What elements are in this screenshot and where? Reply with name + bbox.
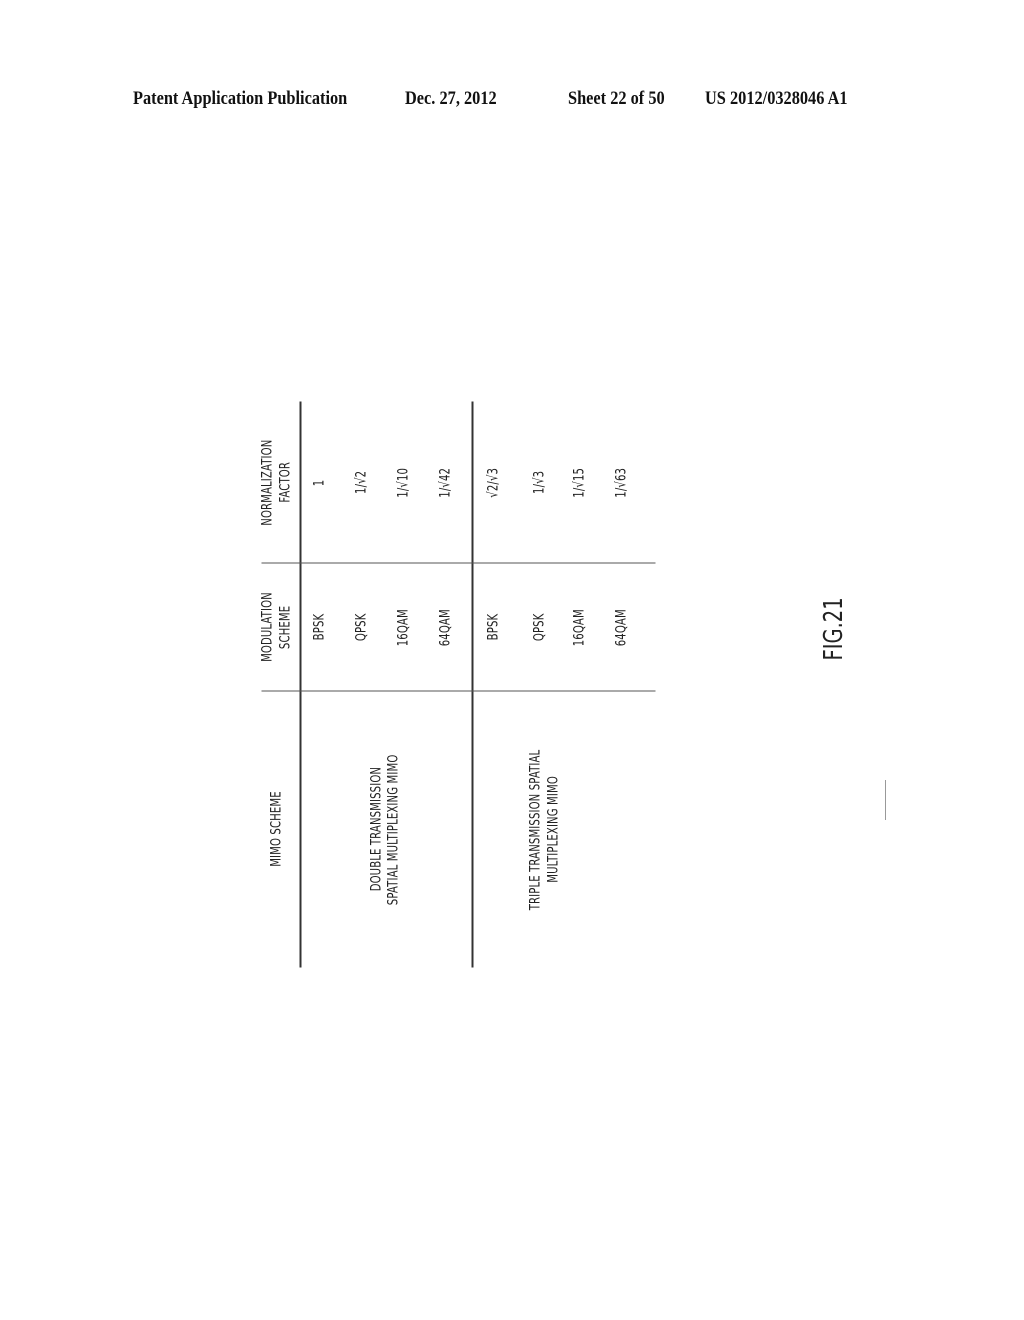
column-header-mimo-scheme: MIMO SCHEME — [268, 791, 285, 868]
table-row: 64QAM — [613, 608, 630, 647]
table-row: 1/√3 — [531, 470, 548, 495]
figure-label: FIG.21 — [819, 597, 849, 661]
table-row: 16QAM — [395, 608, 412, 647]
table-row: 1/√15 — [571, 467, 588, 498]
publication-type: Patent Application Publication — [133, 88, 348, 109]
table-row: 1/√10 — [395, 467, 412, 498]
table-row: √2/√3 — [485, 467, 502, 498]
table-row: QPSK — [531, 613, 548, 642]
scan-mark — [885, 780, 886, 820]
normalization-factor-table: MIMO SCHEME MODULATION SCHEME NORMALIZAT… — [255, 401, 656, 968]
page-header: Patent Application Publication Dec. 27, … — [0, 88, 1024, 118]
column-header-normalization-factor: NORMALIZATION FACTOR — [259, 439, 294, 526]
table-row: 64QAM — [437, 608, 454, 647]
mimo-scheme-double: DOUBLE TRANSMISSION SPATIAL MULTIPLEXING… — [368, 754, 402, 905]
table-row: QPSK — [353, 613, 370, 642]
table-row: 1/√2 — [353, 470, 370, 495]
table-row: BPSK — [311, 614, 328, 641]
table-row: 1/√42 — [437, 467, 454, 498]
column-header-modulation-scheme: MODULATION SCHEME — [259, 592, 294, 663]
publication-number: US 2012/0328046 A1 — [705, 88, 848, 109]
sheet-number: Sheet 22 of 50 — [568, 88, 665, 109]
publication-date: Dec. 27, 2012 — [405, 88, 497, 109]
mimo-scheme-triple: TRIPLE TRANSMISSION SPATIAL MULTIPLEXING… — [527, 749, 562, 910]
table-row: 1 — [311, 479, 328, 486]
table-row: 1/√63 — [613, 467, 630, 498]
table-row: BPSK — [485, 614, 502, 641]
table-row: 16QAM — [571, 608, 588, 647]
